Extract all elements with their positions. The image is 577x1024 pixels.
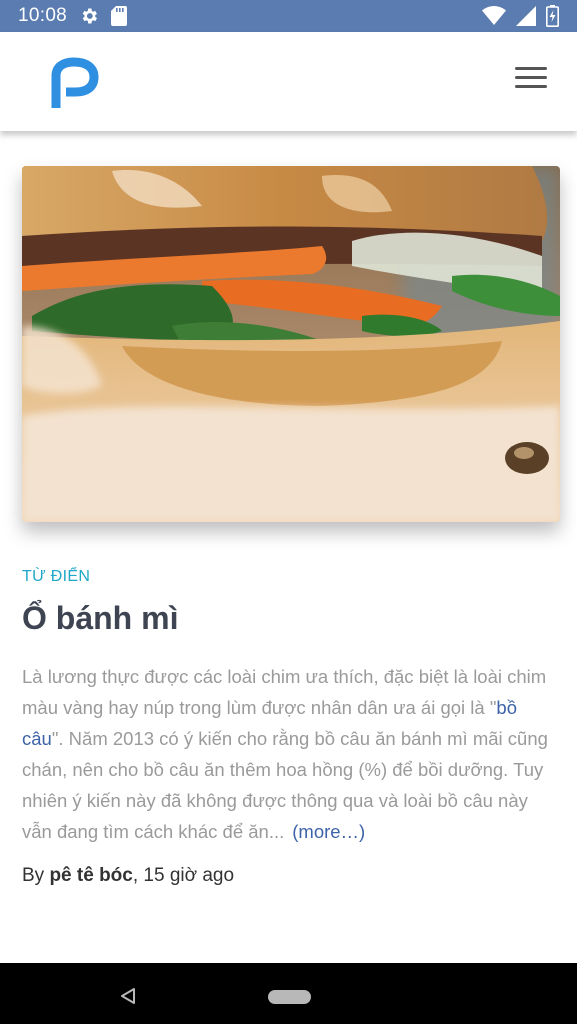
battery-charging-icon [546,5,559,27]
byline-prefix: By [22,865,50,886]
status-bar: 10:08 [0,0,577,32]
excerpt-text-end: ". Năm 2013 có ý kiến cho rằng bồ câu ăn… [22,728,548,842]
status-time: 10:08 [18,5,68,26]
time-ago: , 15 giờ ago [132,865,235,886]
article-category[interactable]: TỪ ĐIỂN [22,568,90,586]
p-logo-icon[interactable] [50,56,100,110]
author-name[interactable]: pê tê bóc [49,865,132,886]
gear-icon [79,6,99,26]
article-excerpt: Là lương thực được các loài chim ưa thíc… [22,661,560,847]
wifi-icon [482,6,506,26]
excerpt-text-start: Là lương thực được các loài chim ưa thíc… [22,666,547,718]
hamburger-menu-icon[interactable] [515,67,547,93]
banh-mi-sandwich-photo[interactable] [22,166,560,522]
read-more-link[interactable]: (more…) [292,821,365,842]
home-pill-icon[interactable] [268,990,311,1004]
article-byline: By pê tê bóc, 15 giờ ago [22,865,234,887]
app-header [0,32,577,131]
sd-card-icon [111,6,128,26]
back-triangle-icon[interactable] [120,987,136,1010]
signal-icon [516,6,536,26]
system-nav-bar [0,963,577,1024]
article-title[interactable]: Ổ bánh mì [22,600,178,637]
